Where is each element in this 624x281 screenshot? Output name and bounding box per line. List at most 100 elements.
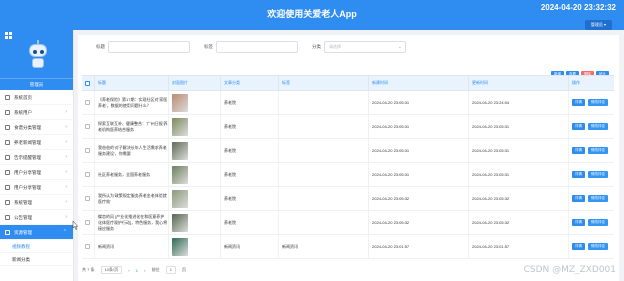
- share-icon: [5, 185, 10, 190]
- robot-avatar: [27, 40, 49, 72]
- row-checkbox[interactable]: [85, 148, 90, 153]
- watermark: CSDN @MZ_ZXD001: [523, 265, 616, 275]
- detail-button[interactable]: 详情: [572, 171, 585, 178]
- edit-comment-button[interactable]: 修改评论: [588, 147, 608, 154]
- sidebar-item-label: 公告管理: [14, 215, 32, 220]
- row-title-cell: 我所认为'政策规定服务养老金老体验就医疗效': [94, 187, 168, 210]
- datetime-display: 2024-04-20 23:32:32: [540, 3, 616, 12]
- cover-image: [172, 117, 188, 136]
- sidebar-subitem[interactable]: 新闻分类: [0, 253, 73, 266]
- admin-menu-button[interactable]: 管理员 ▾: [584, 20, 612, 30]
- row-category-cell: 新闻资讯: [220, 235, 278, 258]
- edit-comment-button[interactable]: 修改评论: [588, 123, 608, 130]
- row-updated: 2024-04-20 23:05:31: [472, 123, 510, 129]
- tag-search-input[interactable]: [216, 41, 298, 53]
- row-updated: 2024-04-20 23:05:31: [472, 171, 510, 177]
- table-row: 蝶恋的风 [产业化推进化在和医意养护化体医疗观护行动]，特色服务，我心将接应服务…: [82, 211, 614, 235]
- home-icon: [5, 95, 10, 100]
- row-select-cell: [82, 139, 94, 162]
- row-created-cell: 2024-04-20 23:05:31: [368, 115, 468, 138]
- column-header: 标题: [94, 76, 168, 90]
- row-select-cell: [82, 235, 94, 258]
- table-row: 《养老保险》第17期：实现社区对'家医养老'，数据的使用问题什么？ 养老院 2024…: [82, 91, 614, 115]
- sidebar-item[interactable]: 用户分享管理 ›: [0, 180, 73, 195]
- row-created: 2024-04-20 23:05:31: [372, 123, 410, 129]
- sidebar-item[interactable]: 养老新闻管理 ›: [0, 135, 73, 150]
- share-icon: [5, 170, 10, 175]
- detail-button[interactable]: 详情: [572, 99, 585, 106]
- goto-page-input[interactable]: 1: [165, 266, 176, 274]
- grid-menu-icon[interactable]: [5, 32, 12, 39]
- next-page-button[interactable]: ›: [144, 268, 145, 273]
- detail-button[interactable]: 详情: [572, 195, 585, 202]
- row-category: 养老院: [224, 123, 236, 129]
- current-page[interactable]: 1: [136, 268, 138, 273]
- column-header: 文章分类: [220, 76, 278, 90]
- chevron-right-icon: ›: [65, 199, 67, 205]
- edit-comment-button[interactable]: 修改评论: [588, 99, 608, 106]
- sidebar-item-label: 食谱分类管理: [14, 125, 41, 130]
- row-checkbox[interactable]: [85, 124, 90, 129]
- row-category: 养老院: [224, 219, 236, 225]
- row-updated-cell: 2024-04-20 23:05:32: [468, 211, 568, 234]
- sidebar-item[interactable]: 告示提醒管理 ›: [0, 150, 73, 165]
- sidebar-subitem[interactable]: 视频教程: [0, 240, 73, 253]
- page-size-select[interactable]: 10条/页: [100, 266, 123, 274]
- row-select-cell: [82, 91, 94, 114]
- edit-comment-button[interactable]: 修改评论: [588, 243, 608, 250]
- sidebar-item[interactable]: 系统用户 ›: [0, 105, 73, 120]
- cover-image: [172, 189, 188, 208]
- detail-button[interactable]: 详情: [572, 123, 585, 130]
- sidebar-item[interactable]: 用户分享管理 ›: [0, 165, 73, 180]
- select-all-checkbox[interactable]: [85, 80, 90, 86]
- row-category-cell: 养老院: [220, 211, 278, 234]
- row-tag-cell: [278, 139, 368, 162]
- category-select[interactable]: 请选择 ⌄: [324, 41, 406, 53]
- detail-button[interactable]: 详情: [572, 243, 585, 250]
- title-search-input[interactable]: [108, 41, 190, 53]
- resource-icon: [5, 230, 10, 235]
- row-title: 探索互联互补、健康整合：'广州日报'养老机构医养结合服务: [98, 120, 168, 132]
- sidebar-item[interactable]: 系统管理 ›: [0, 195, 73, 210]
- row-checkbox[interactable]: [85, 196, 90, 201]
- cover-image: [172, 141, 188, 160]
- column-header: 封面图片: [168, 76, 220, 90]
- row-checkbox[interactable]: [85, 220, 90, 225]
- row-category: 新闻资讯: [224, 243, 240, 249]
- row-checkbox[interactable]: [85, 172, 90, 177]
- category-select-placeholder: 请选择: [329, 44, 341, 49]
- prev-page-button[interactable]: ‹: [128, 268, 129, 273]
- row-title: 社区养老服务，全国养老服务: [98, 171, 150, 177]
- row-title-cell: 新闻资讯: [94, 235, 168, 258]
- gear-icon: [5, 200, 10, 205]
- edit-comment-button[interactable]: 修改评论: [588, 219, 608, 226]
- row-select-cell: [82, 163, 94, 186]
- detail-button[interactable]: 详情: [572, 219, 585, 226]
- row-updated-cell: 2024-04-20 23:05:32: [468, 187, 568, 210]
- table-body: 《养老保险》第17期：实现社区对'家医养老'，数据的使用问题什么？ 养老院 2024…: [82, 91, 614, 259]
- detail-button[interactable]: 详情: [572, 147, 585, 154]
- cover-image: [172, 213, 188, 232]
- column-header: 新建时间: [368, 76, 468, 90]
- edit-comment-button[interactable]: 修改评论: [588, 171, 608, 178]
- sidebar-item[interactable]: 系统首页: [0, 90, 73, 105]
- row-tag-cell: 新闻资讯: [278, 235, 368, 258]
- pager-total: 共 7 条: [82, 267, 95, 272]
- table-row: 我爸爸的'对子解决长年人生活需求养老服务建设'，你需要 养老院 2024-04-20…: [82, 139, 614, 163]
- row-created-cell: 2024-04-20 23:05:31: [368, 163, 468, 186]
- row-actions-cell: 详情 修改评论: [568, 163, 614, 186]
- cover-image: [172, 165, 188, 184]
- column-header: 标签: [278, 76, 368, 90]
- sidebar-item-label: 养老新闻管理: [14, 140, 41, 145]
- sidebar-item[interactable]: 食谱分类管理 ›: [0, 120, 73, 135]
- row-title: 我所认为'政策规定服务养老金老体验就医疗效': [98, 192, 167, 204]
- row-checkbox[interactable]: [85, 100, 90, 105]
- row-updated-cell: 2024-04-20 23:01:57: [468, 235, 568, 258]
- goto-label: 前往: [151, 267, 160, 272]
- row-actions-cell: 详情 修改评论: [568, 187, 614, 210]
- row-checkbox[interactable]: [85, 244, 90, 249]
- sidebar-item[interactable]: 公告管理 ›: [0, 210, 73, 225]
- sidebar-item[interactable]: 资源管理 ⌃: [0, 225, 73, 240]
- row-updated: 2024-04-20 23:05:32: [472, 195, 510, 201]
- edit-comment-button[interactable]: 修改评论: [588, 195, 608, 202]
